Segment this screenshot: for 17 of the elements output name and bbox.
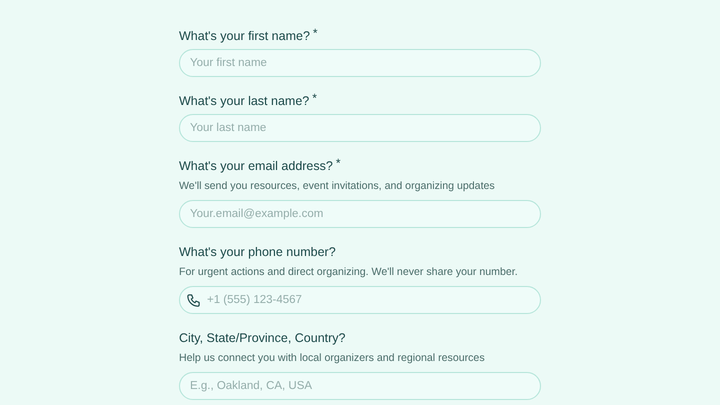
help-text: Help us connect you with local organizers and regional resources: [179, 351, 486, 365]
phone-icon: [186, 293, 201, 308]
phone-field[interactable]: +1 (555) 123-4567: [179, 286, 541, 314]
field-label: City, State/Province, Country?: [179, 330, 346, 346]
field-label: What's your first name?: [179, 28, 310, 44]
input-field[interactable]: Your first name: [179, 49, 541, 77]
required-mark: *: [312, 93, 317, 103]
help-text: We'll send you resources, event invitations, and organizing updates: [179, 179, 496, 193]
input-field[interactable]: Your last name: [179, 114, 541, 142]
required-mark: *: [312, 28, 318, 38]
input-field[interactable]: Your.email@example.com: [179, 200, 541, 228]
field-label: What's your last name?: [179, 93, 310, 109]
input-field[interactable]: E.g., Oakland, CA, USA: [179, 372, 541, 400]
field-label: What's your phone number?: [179, 244, 336, 260]
help-text: For urgent actions and direct organizing. We'll never share your number.: [179, 265, 519, 279]
field-label: What's your email address?: [179, 158, 333, 174]
required-mark: *: [336, 158, 341, 168]
